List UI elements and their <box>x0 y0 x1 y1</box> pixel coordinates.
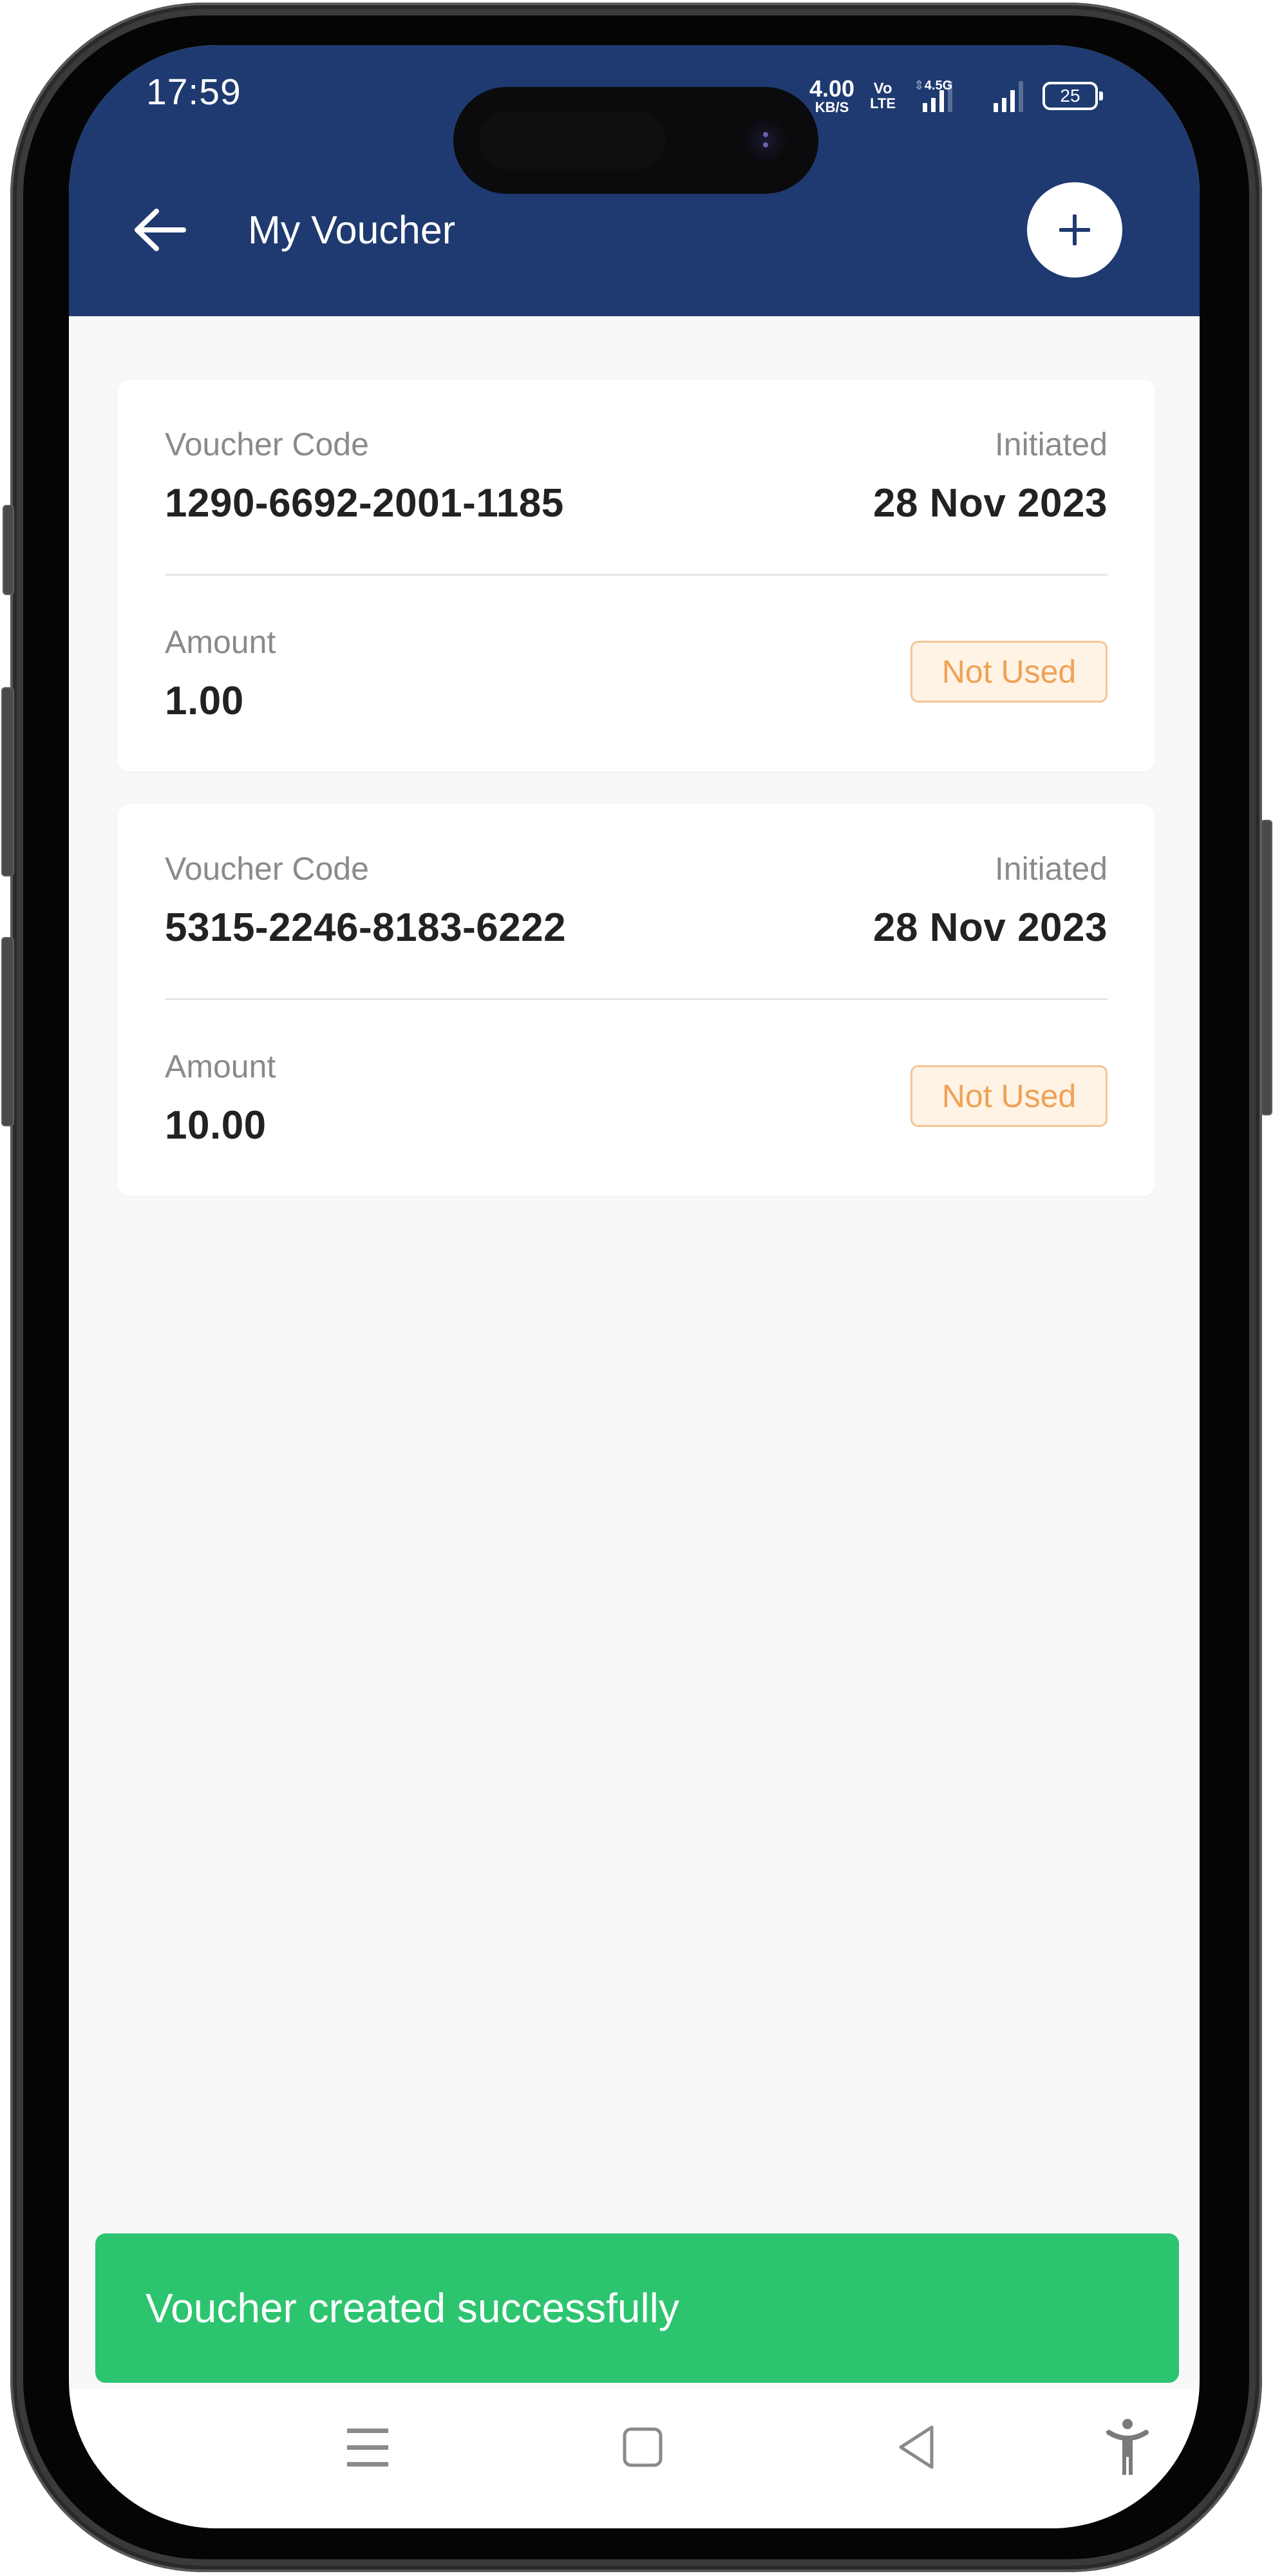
card-divider <box>165 998 1108 1000</box>
arrow-left-icon <box>135 209 186 251</box>
signal-4-5g-icon: ⇕4.5G <box>914 79 976 112</box>
voucher-code: 5315-2246-8183-6222 <box>165 905 567 950</box>
accessibility-button[interactable] <box>1095 2415 1160 2479</box>
accessibility-icon <box>1106 2419 1149 2475</box>
page-title: My Voucher <box>248 208 456 252</box>
volume-down-button <box>1 937 14 1126</box>
toast-message: Voucher created successfully <box>146 2285 679 2331</box>
network-speed-unit: KB/S <box>815 99 849 115</box>
back-icon <box>899 2425 934 2469</box>
battery-level: 25 <box>1060 86 1080 106</box>
network-type: 4.5G <box>924 79 953 93</box>
signal-strength-icon <box>994 80 1023 112</box>
network-speed: 4.00 KB/S <box>809 77 854 115</box>
menu-icon <box>347 2429 388 2467</box>
action-button <box>3 505 14 595</box>
voucher-code-label: Voucher Code <box>165 426 369 462</box>
volte-bottom-text: LTE <box>870 95 896 111</box>
voucher-date-col: Initiated 28 Nov 2023 <box>873 425 1108 527</box>
volume-up-button <box>1 687 14 876</box>
volte-top-text: Vo <box>873 80 892 97</box>
status-time: 17:59 <box>146 71 241 113</box>
status-badge: Not Used <box>910 641 1108 703</box>
amount-value: 1.00 <box>165 679 244 723</box>
front-camera-icon <box>743 118 788 163</box>
success-toast: Voucher created successfully <box>95 2233 1179 2383</box>
voucher-card[interactable]: Voucher Code 5315-2246-8183-6222 Initiat… <box>117 804 1155 1196</box>
island-inner <box>479 111 666 169</box>
amount-value: 10.00 <box>165 1103 267 1148</box>
dynamic-island <box>453 87 818 194</box>
voucher-top-row: Voucher Code 1290-6692-2001-1185 Initiat… <box>165 425 1108 527</box>
voucher-code-col: Voucher Code 5315-2246-8183-6222 <box>165 849 566 951</box>
voucher-date-col: Initiated 28 Nov 2023 <box>873 849 1108 951</box>
network-speed-value: 4.00 <box>809 75 855 102</box>
initiated-date: 28 Nov 2023 <box>873 905 1108 950</box>
system-back-button[interactable] <box>885 2415 949 2479</box>
initiated-label: Initiated <box>994 426 1108 462</box>
recent-apps-button[interactable] <box>336 2415 401 2479</box>
phone-screen: 17:59 4.00 KB/S Vo LTE ⇕4.5G 25 My Vouch… <box>69 45 1200 2528</box>
back-button[interactable] <box>131 206 189 254</box>
plus-icon <box>1059 214 1090 245</box>
card-divider <box>165 574 1108 576</box>
battery-icon: 25 <box>1042 82 1103 110</box>
network-type-label: ⇕4.5G <box>914 79 953 93</box>
add-voucher-button[interactable] <box>1027 182 1122 278</box>
voucher-code: 1290-6692-2001-1185 <box>165 481 564 526</box>
app-header: 17:59 4.00 KB/S Vo LTE ⇕4.5G 25 My Vouch… <box>69 45 1200 316</box>
home-icon <box>623 2427 663 2467</box>
voucher-code-col: Voucher Code 1290-6692-2001-1185 <box>165 425 564 527</box>
voucher-card[interactable]: Voucher Code 1290-6692-2001-1185 Initiat… <box>117 380 1155 772</box>
voucher-list: Voucher Code 1290-6692-2001-1185 Initiat… <box>117 380 1155 1229</box>
initiated-label: Initiated <box>994 851 1108 887</box>
voucher-amount-col: Amount 1.00 <box>165 623 276 724</box>
voucher-code-label: Voucher Code <box>165 851 369 887</box>
amount-label: Amount <box>165 624 276 660</box>
volte-icon: Vo LTE <box>870 81 896 111</box>
amount-label: Amount <box>165 1048 276 1084</box>
status-icons: 4.00 KB/S Vo LTE ⇕4.5G 25 <box>809 73 1103 118</box>
status-badge: Not Used <box>910 1065 1108 1127</box>
system-nav-bar <box>69 2389 1200 2528</box>
voucher-amount-col: Amount 10.00 <box>165 1047 276 1149</box>
voucher-top-row: Voucher Code 5315-2246-8183-6222 Initiat… <box>165 849 1108 951</box>
home-button[interactable] <box>610 2415 675 2479</box>
power-button <box>1261 820 1272 1115</box>
initiated-date: 28 Nov 2023 <box>873 481 1108 526</box>
